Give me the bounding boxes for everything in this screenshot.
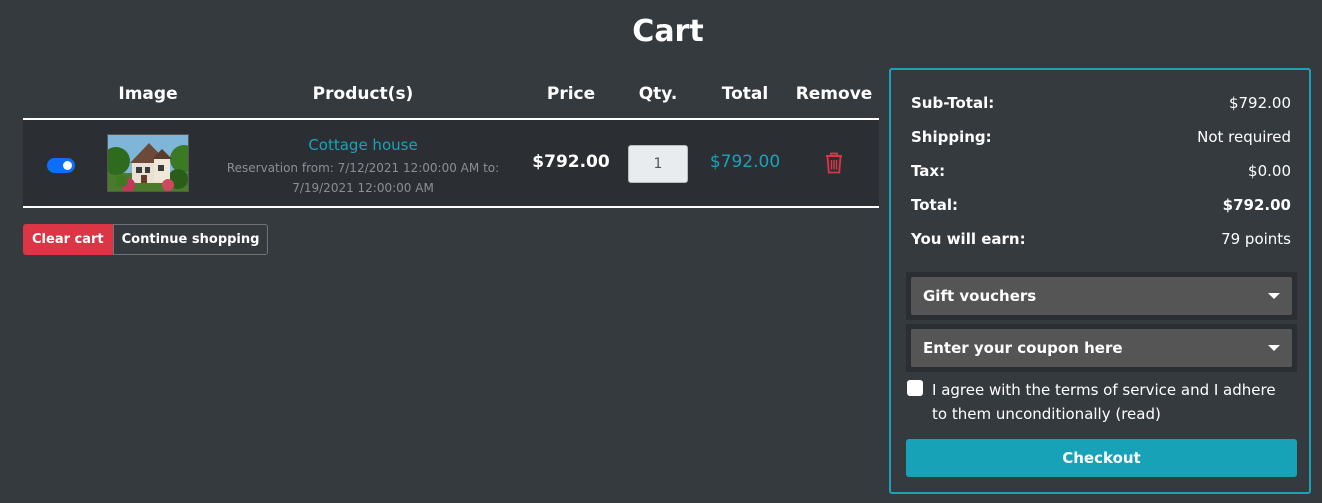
header-total: Total: [721, 84, 769, 104]
gift-vouchers-panel: Gift vouchers: [906, 272, 1297, 320]
line-total: $792.00: [709, 152, 781, 172]
terms-text[interactable]: I agree with the terms of service and I …: [932, 378, 1287, 426]
cart-table: Image Product(s) Price Qty. Total Remove: [23, 70, 879, 208]
page-title: Cart: [632, 14, 704, 49]
header-image: Image: [118, 84, 178, 104]
earn-value: 79 points: [1221, 230, 1291, 248]
coupon-dropdown[interactable]: Enter your coupon here: [911, 329, 1292, 367]
product-name-link[interactable]: Cottage house: [213, 136, 513, 154]
remove-button[interactable]: [823, 151, 845, 175]
subtotal-label: Sub-Total:: [911, 94, 995, 112]
cart-actions: Clear cart Continue shopping: [23, 224, 269, 255]
caret-down-icon: [1268, 293, 1280, 299]
gift-vouchers-dropdown[interactable]: Gift vouchers: [911, 277, 1292, 315]
terms-checkbox[interactable]: [907, 380, 923, 396]
tax-row: Tax: $0.00: [911, 162, 1291, 186]
gift-vouchers-label: Gift vouchers: [923, 287, 1037, 305]
cottage-image: [108, 135, 188, 191]
total-label: Total:: [911, 196, 958, 214]
quantity-input[interactable]: 1: [628, 145, 688, 183]
total-value: $792.00: [1222, 196, 1291, 214]
trash-icon: [826, 152, 842, 174]
header-qty: Qty.: [638, 84, 678, 104]
clear-cart-button[interactable]: Clear cart: [23, 224, 113, 255]
shipping-row: Shipping: Not required: [911, 128, 1291, 152]
product-image[interactable]: [107, 134, 189, 192]
toggle-knob: [63, 161, 72, 170]
subtotal-row: Sub-Total: $792.00: [911, 94, 1291, 118]
product-attributes: Reservation from: 7/12/2021 12:00:00 AM …: [226, 161, 500, 195]
table-row: Cottage house Reservation from: 7/12/202…: [23, 120, 879, 208]
checkout-button[interactable]: Checkout: [906, 439, 1297, 477]
earn-label: You will earn:: [911, 230, 1026, 248]
header-price: Price: [546, 84, 596, 104]
header-remove: Remove: [795, 84, 873, 104]
coupon-panel: Enter your coupon here: [906, 324, 1297, 372]
tax-label: Tax:: [911, 162, 946, 180]
shipping-label: Shipping:: [911, 128, 992, 146]
select-toggle[interactable]: [47, 158, 75, 173]
total-row: Total: $792.00: [911, 196, 1291, 220]
shipping-value: Not required: [1197, 128, 1291, 146]
unit-price: $792.00: [532, 152, 610, 172]
header-products: Product(s): [312, 84, 414, 104]
order-summary: Sub-Total: $792.00 Shipping: Not require…: [889, 68, 1311, 494]
continue-shopping-button[interactable]: Continue shopping: [112, 224, 269, 255]
caret-down-icon: [1268, 345, 1280, 351]
tax-value: $0.00: [1248, 162, 1291, 180]
table-header: Image Product(s) Price Qty. Total Remove: [23, 70, 879, 120]
subtotal-value: $792.00: [1228, 94, 1291, 112]
coupon-label: Enter your coupon here: [923, 339, 1123, 357]
earn-row: You will earn: 79 points: [911, 230, 1291, 254]
